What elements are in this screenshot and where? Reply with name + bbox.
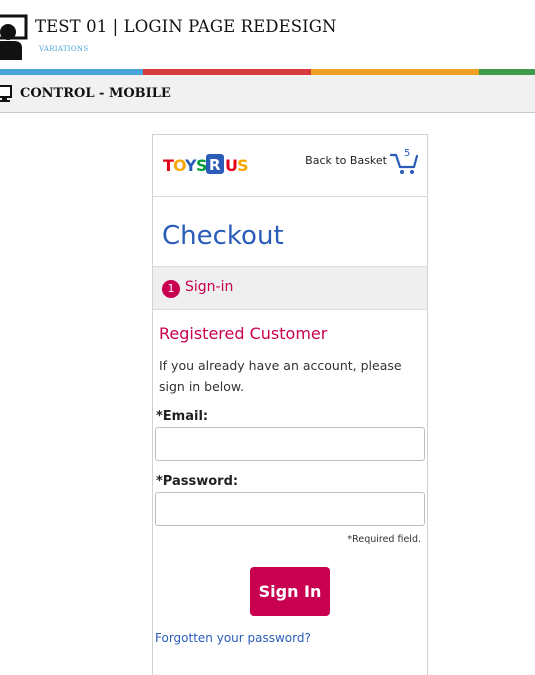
presenter-icon (0, 14, 28, 60)
back-to-basket-link[interactable]: Back to Basket (305, 154, 387, 167)
step-signin[interactable]: 1 Sign-in (153, 266, 427, 310)
step-label: Sign-in (185, 279, 234, 295)
variant-bar: CONTROL - MOBILE (0, 75, 535, 113)
svg-text:S: S (196, 156, 207, 175)
required-field-note: *Required field. (347, 534, 421, 545)
monitor-icon (0, 85, 12, 102)
checkout-heading: Checkout (162, 221, 284, 251)
password-field[interactable] (155, 492, 425, 526)
basket-icon[interactable]: 5 (389, 147, 419, 175)
page-title: TEST 01 | LOGIN PAGE REDESIGN (35, 17, 337, 36)
signin-intro-text: If you already have an account, please s… (159, 358, 402, 394)
site-header: T O Y S R U S Back to Basket 5 (153, 135, 427, 197)
basket-count: 5 (404, 148, 410, 159)
svg-text:U: U (225, 156, 238, 175)
forgot-password-link[interactable]: Forgotten your password? (155, 631, 311, 645)
password-label: *Password: (156, 474, 239, 489)
email-label: *Email: (156, 409, 209, 424)
variant-title: CONTROL - MOBILE (20, 86, 171, 101)
sign-in-button[interactable]: Sign In (250, 567, 330, 616)
svg-text:R: R (209, 156, 221, 174)
page-header: TEST 01 | LOGIN PAGE REDESIGN VARIATIONS (0, 0, 535, 69)
step-number-badge: 1 (162, 280, 180, 298)
registered-customer-heading: Registered Customer (159, 324, 328, 343)
page-subtitle: VARIATIONS (39, 45, 89, 53)
mobile-mockup: T O Y S R U S Back to Basket 5 Checkout … (152, 134, 428, 675)
svg-text:S: S (237, 156, 248, 175)
toysrus-logo[interactable]: T O Y S R U S (163, 153, 249, 175)
email-field[interactable] (155, 427, 425, 461)
